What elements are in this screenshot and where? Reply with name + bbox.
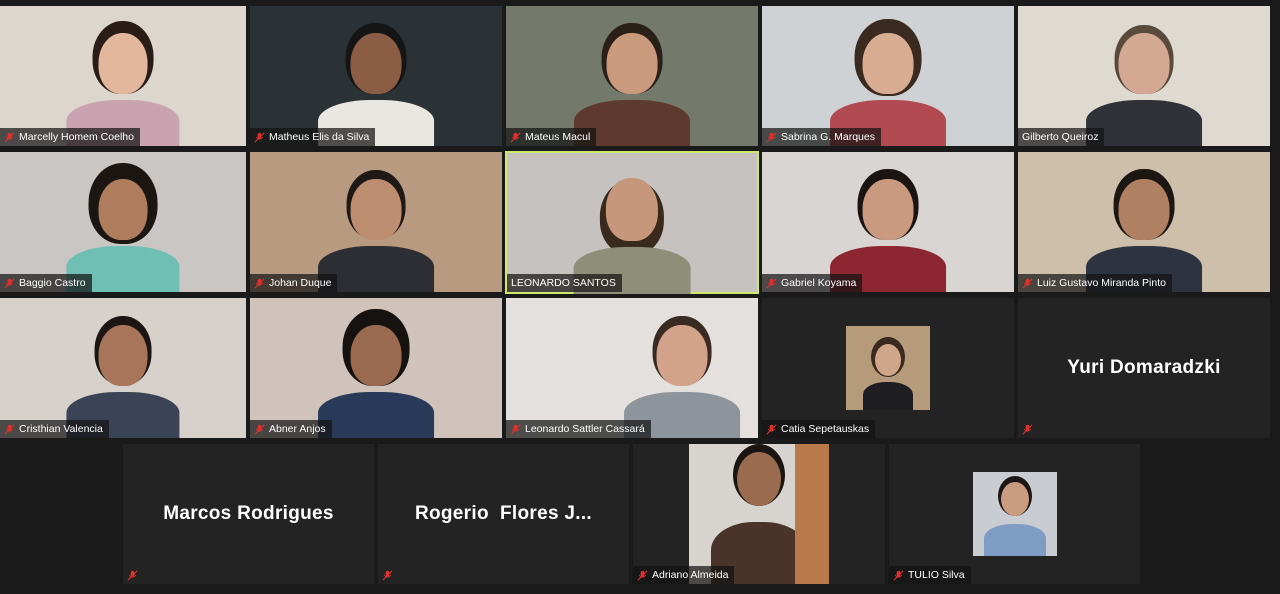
microphone-muted-icon: [893, 570, 904, 580]
video-tile[interactable]: Luiz Gustavo Miranda Pinto: [1018, 152, 1270, 292]
video-tile[interactable]: Mateus Macul: [506, 6, 758, 146]
video-tile[interactable]: Cristhian Valencia: [0, 298, 246, 438]
participant-name-tag: [123, 566, 144, 584]
participant-video: [66, 163, 180, 292]
participant-name-tag: Gilberto Queiroz: [1018, 128, 1105, 146]
participant-name: Johan Duque: [269, 277, 332, 289]
video-tile[interactable]: Gabriel Koyama: [762, 152, 1014, 292]
participant-name-tag: Cristhian Valencia: [0, 420, 109, 438]
participant-name: Catia Sepetauskas: [781, 423, 870, 435]
microphone-muted-icon: [254, 278, 265, 288]
participant-name-tag: Johan Duque: [250, 274, 338, 292]
participant-name-tag: Catia Sepetauskas: [762, 420, 876, 438]
microphone-muted-icon: [637, 570, 648, 580]
video-tile-active-speaker[interactable]: LEONARDO SANTOS: [505, 151, 759, 294]
participant-name-tag: Abner Anjos: [250, 420, 332, 438]
participant-video: [318, 17, 434, 146]
participant-name: Sabrina G. Marques: [781, 131, 875, 143]
video-tile[interactable]: Matheus Elis da Silva: [250, 6, 502, 146]
microphone-muted-icon: [127, 570, 138, 580]
participant-name: LEONARDO SANTOS: [511, 277, 616, 289]
video-tile[interactable]: Johan Duque: [250, 152, 502, 292]
participant-name-tag: Matheus Elis da Silva: [250, 128, 376, 146]
participant-display-name: Marcos Rodrigues: [163, 503, 334, 524]
microphone-muted-icon: [4, 424, 15, 434]
video-tile[interactable]: Abner Anjos: [250, 298, 502, 438]
avatar: [689, 444, 829, 584]
participant-video: [66, 309, 180, 438]
microphone-muted-icon: [1022, 424, 1033, 434]
microphone-muted-icon: [510, 132, 521, 142]
video-tile[interactable]: Marcelly Homem Coelho: [0, 6, 246, 146]
participant-name-tag: Mateus Macul: [506, 128, 597, 146]
participant-name-tag: Sabrina G. Marques: [762, 128, 881, 146]
microphone-muted-icon: [766, 132, 777, 142]
participant-name-tag: Leonardo Sattler Cassará: [506, 420, 651, 438]
participant-video: [624, 309, 741, 438]
microphone-muted-icon: [766, 278, 777, 288]
participant-name-tag: Gabriel Koyama: [762, 274, 863, 292]
participant-name: Adriano Almeida: [652, 569, 729, 581]
participant-name: Gabriel Koyama: [781, 277, 857, 289]
microphone-muted-icon: [510, 424, 521, 434]
microphone-muted-icon: [4, 278, 15, 288]
participant-video: [574, 17, 690, 146]
microphone-muted-icon: [766, 424, 777, 434]
video-tile[interactable]: Gilberto Queiroz: [1018, 6, 1270, 146]
participant-name-tag: Baggio Castro: [0, 274, 92, 292]
participant-name: Marcelly Homem Coelho: [19, 131, 134, 143]
microphone-muted-icon: [254, 132, 265, 142]
participant-name: Baggio Castro: [19, 277, 86, 289]
participant-video: [1086, 17, 1202, 146]
video-tile-camera-off[interactable]: Yuri Domaradzki: [1018, 298, 1270, 438]
participant-name-tag: [1018, 420, 1039, 438]
video-tile[interactable]: Sabrina G. Marques: [762, 6, 1014, 146]
microphone-muted-icon: [382, 570, 393, 580]
participant-video: [66, 17, 180, 146]
video-tile-camera-off[interactable]: Marcos Rodrigues: [123, 444, 374, 584]
microphone-muted-icon: [254, 424, 265, 434]
participant-name-tag: TULIO Silva: [889, 566, 971, 584]
participant-name: Abner Anjos: [269, 423, 326, 435]
participant-name-tag: Luiz Gustavo Miranda Pinto: [1018, 274, 1172, 292]
participant-name-tag: LEONARDO SANTOS: [507, 274, 622, 292]
participant-name: Luiz Gustavo Miranda Pinto: [1037, 277, 1166, 289]
participant-name: Cristhian Valencia: [19, 423, 103, 435]
participant-name: Gilberto Queiroz: [1022, 131, 1099, 143]
participant-name: Mateus Macul: [525, 131, 591, 143]
avatar: [972, 472, 1057, 556]
participant-name-tag: [378, 566, 399, 584]
video-tile[interactable]: Baggio Castro: [0, 152, 246, 292]
participant-name: Matheus Elis da Silva: [269, 131, 370, 143]
participant-video: [1086, 163, 1202, 292]
video-tile-camera-off[interactable]: Rogerio Flores J...: [378, 444, 629, 584]
participant-video: [318, 163, 434, 292]
video-tile-camera-off[interactable]: Catia Sepetauskas: [762, 298, 1014, 438]
video-tile[interactable]: Leonardo Sattler Cassará: [506, 298, 758, 438]
participant-name-tag: Adriano Almeida: [633, 566, 735, 584]
microphone-muted-icon: [4, 132, 15, 142]
participant-video: [830, 163, 946, 292]
avatar: [846, 326, 930, 410]
participant-video: [830, 17, 946, 146]
participant-name: Leonardo Sattler Cassará: [525, 423, 645, 435]
microphone-muted-icon: [1022, 278, 1033, 288]
video-tile-camera-off[interactable]: Adriano Almeida: [633, 444, 885, 584]
participant-display-name: Rogerio Flores J...: [414, 503, 593, 524]
participant-name: TULIO Silva: [908, 569, 965, 581]
video-tile-camera-off[interactable]: TULIO Silva: [889, 444, 1140, 584]
participant-name-tag: Marcelly Homem Coelho: [0, 128, 140, 146]
participant-video: [318, 309, 434, 438]
participant-display-name: Yuri Domaradzki: [1067, 357, 1221, 378]
